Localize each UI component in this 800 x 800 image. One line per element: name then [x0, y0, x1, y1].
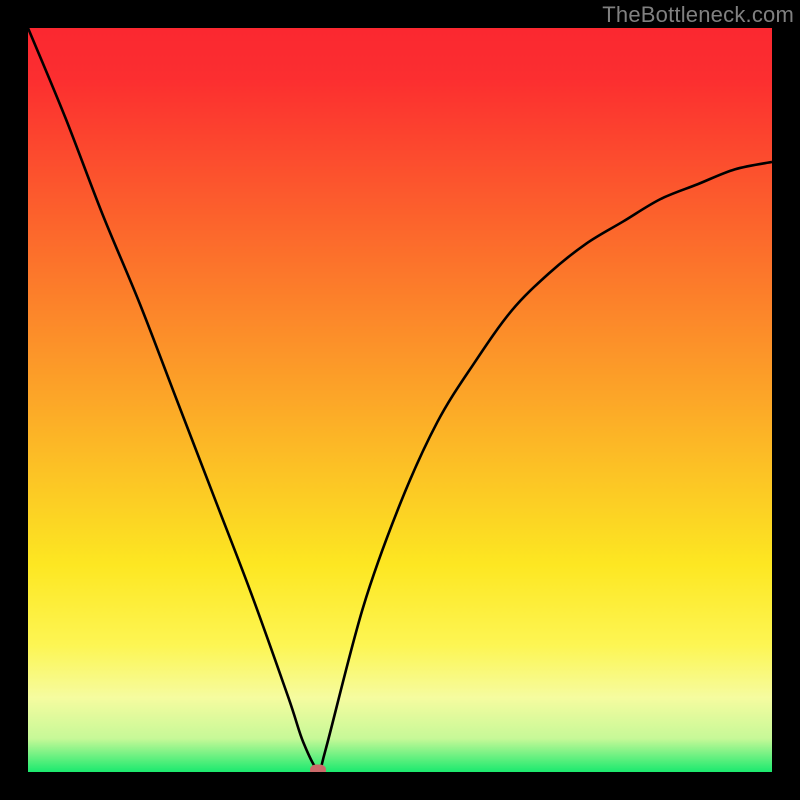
bottleneck-curve [28, 28, 772, 772]
chart-container: TheBottleneck.com [0, 0, 800, 800]
curve-path [28, 28, 772, 771]
plot-area [28, 28, 772, 772]
watermark-label: TheBottleneck.com [602, 2, 794, 28]
curve-minimum-marker [310, 764, 326, 772]
